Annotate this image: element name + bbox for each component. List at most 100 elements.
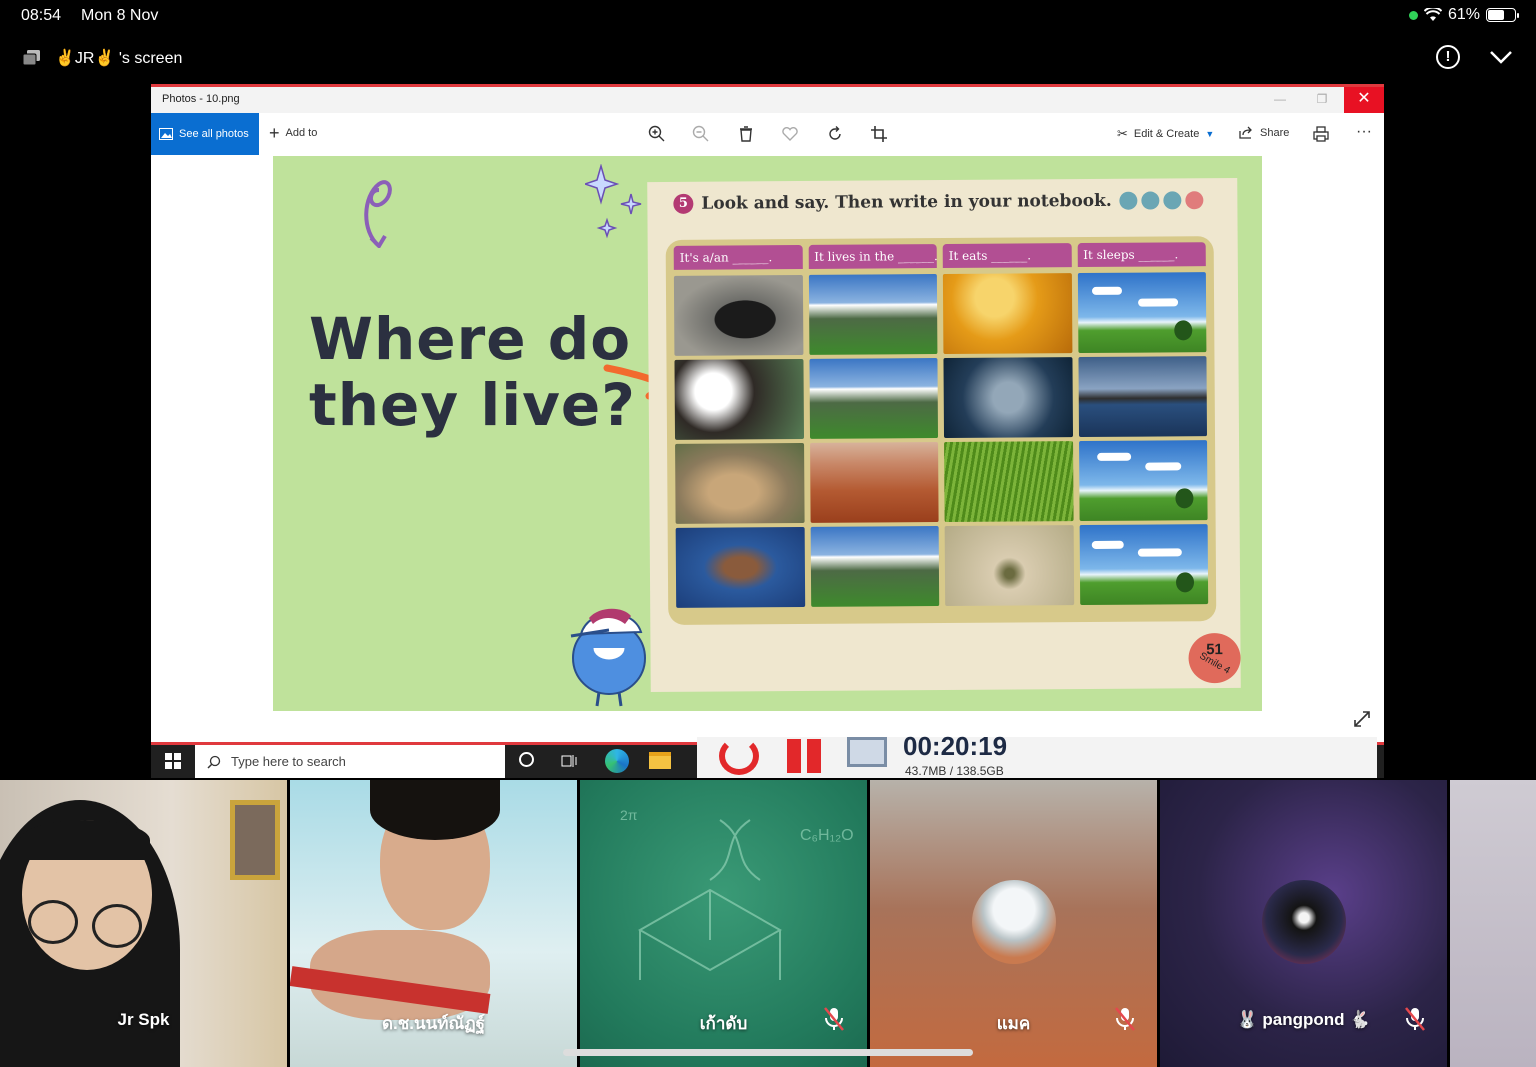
participant-tile[interactable]: 🐰 pangpond 🐇 [1160, 780, 1447, 1067]
status-date: Mon 8 Nov [81, 7, 159, 24]
recording-size: 43.7MB / 138.5GB [905, 764, 1004, 778]
camera-in-use-icon [1408, 10, 1418, 20]
monitor-icon[interactable] [847, 737, 887, 767]
night-lake-photo [1077, 356, 1208, 438]
swirl-decoration-icon [364, 180, 392, 248]
print-icon[interactable] [1311, 124, 1331, 144]
bat-photo [675, 526, 805, 608]
edit-create-label: Edit & Create [1133, 128, 1200, 140]
participant-avatar [972, 880, 1056, 964]
windows-taskbar: Type here to search 00:20:19 43.7MB / 13… [151, 731, 1384, 778]
share-header: ✌JR✌ 's screen ! [0, 40, 1536, 76]
participant-strip: Jr Spk ด.ช.นนท์ณัฏฐ์ C₆H₁₂O 2π เก้าดับ แม… [0, 780, 1536, 1067]
see-all-photos-button[interactable]: See all photos [151, 113, 259, 155]
share-button[interactable]: Share [1239, 126, 1289, 139]
day-sky-photo [1078, 440, 1208, 522]
slide-image: Where do they live? 5 Look and say. Then… [273, 156, 1262, 711]
alert-icon[interactable]: ! [1436, 45, 1460, 69]
plus-icon: + [269, 123, 280, 143]
eagle-photo [674, 358, 804, 440]
slide-title-line2: they live? [309, 371, 636, 439]
column-header-animal: It's a/an ______. [673, 244, 803, 270]
crop-icon[interactable] [869, 124, 889, 144]
participant-name: ด.ช.นนท์ณัฏฐ์ [381, 1014, 486, 1033]
more-options-icon[interactable]: ··· [1356, 123, 1372, 141]
window-title: Photos - 10.png [162, 93, 240, 105]
search-placeholder: Type here to search [231, 754, 346, 769]
add-to-button[interactable]: + Add to [269, 123, 318, 143]
close-button[interactable]: ✕ [1344, 87, 1384, 113]
status-indicators: 61% [1408, 6, 1519, 24]
exercise-instruction: 5 Look and say. Then write in your noteb… [673, 190, 1204, 214]
task-view-icon[interactable] [561, 753, 577, 769]
expand-icon[interactable] [1351, 708, 1373, 730]
stop-record-icon[interactable] [719, 737, 759, 775]
windows-start-icon[interactable] [165, 753, 181, 769]
hair [20, 820, 150, 860]
participant-name: Jr Spk [117, 1010, 170, 1029]
fish-photo [943, 357, 1073, 438]
file-explorer-icon[interactable] [649, 752, 671, 769]
textbook-page: 5 Look and say. Then write in your noteb… [647, 177, 1241, 693]
glasses [28, 900, 78, 944]
insect-photo [944, 525, 1074, 606]
participant-tile[interactable]: แมค [870, 780, 1157, 1067]
sparkle-decoration-icon [585, 164, 642, 239]
glasses [92, 904, 142, 948]
status-time: 08:54 [21, 7, 62, 24]
hair [370, 780, 500, 840]
photo-icon [159, 128, 173, 140]
delete-icon[interactable] [736, 124, 756, 144]
participant-avatar [1262, 880, 1346, 964]
camel-photo [675, 442, 805, 524]
shared-screen: Photos - 10.png — ❐ ✕ See all photos + A… [151, 84, 1384, 778]
mountain-photo [810, 526, 940, 607]
svg-text:2π: 2π [620, 807, 638, 823]
muted-mic-icon [1405, 1007, 1425, 1031]
edge-browser-icon[interactable] [605, 749, 629, 773]
recorder-panel: 00:20:19 43.7MB / 138.5GB [697, 731, 1377, 778]
blue-mascot-icon [570, 608, 646, 707]
search-icon [207, 755, 221, 769]
column-header-food: It eats ______. [942, 243, 1072, 269]
edit-create-button[interactable]: ✂ Edit & Create ▼ [1117, 126, 1214, 142]
column-header-sleep: It sleeps ______. [1077, 242, 1206, 268]
table-cells [673, 272, 1209, 608]
home-indicator[interactable] [563, 1049, 973, 1056]
table-header: It's a/an ______. It lives in the ______… [673, 242, 1206, 270]
participant-tile[interactable]: ด.ช.นนท์ณัฏฐ์ [290, 780, 577, 1067]
taskbar-search-input[interactable]: Type here to search [195, 745, 505, 778]
grass-photo [944, 441, 1074, 522]
rotate-icon[interactable] [825, 124, 845, 144]
chalkboard-drawing: C₆H₁₂O 2π [620, 807, 854, 980]
window-titlebar: Photos - 10.png — ❐ ✕ [151, 87, 1384, 113]
minimize-button[interactable]: — [1260, 87, 1300, 113]
exercise-table: It's a/an ______. It lives in the ______… [665, 236, 1217, 625]
photos-toolbar: See all photos + Add to ✂ Edit & Create … [151, 113, 1384, 155]
slide-title-line1: Where do [309, 305, 632, 373]
wifi-icon [1423, 8, 1442, 21]
honey-photo [942, 273, 1072, 355]
cortana-icon[interactable] [519, 752, 534, 767]
participant-tile-partial[interactable] [1450, 780, 1536, 1067]
svg-text:C₆H₁₂O: C₆H₁₂O [800, 827, 854, 844]
restore-button[interactable]: ❐ [1302, 87, 1342, 113]
zoom-in-icon[interactable] [647, 124, 667, 144]
favorite-heart-icon[interactable] [780, 124, 800, 144]
battery-icon [1486, 8, 1519, 22]
screens-icon[interactable] [22, 49, 42, 67]
battery-percent: 61% [1447, 6, 1480, 23]
participant-tile[interactable]: C₆H₁₂O 2π เก้าดับ [580, 780, 867, 1067]
zoom-out-icon[interactable] [691, 124, 711, 144]
status-bar: 08:54 Mon 8 Nov 61% [0, 0, 1536, 34]
share-icon [1239, 126, 1252, 139]
edit-scissors-icon: ✂ [1117, 126, 1128, 141]
pause-record-icon[interactable] [787, 739, 821, 773]
see-all-photos-label: See all photos [179, 128, 249, 140]
add-to-label: Add to [285, 127, 318, 139]
shared-screen-title: ✌JR✌ 's screen [55, 50, 183, 67]
participant-tile[interactable]: Jr Spk [0, 780, 287, 1067]
skill-icons [1119, 191, 1204, 210]
chevron-down-icon[interactable] [1488, 45, 1514, 69]
column-header-habitat: It lives in the ______. [808, 244, 937, 269]
